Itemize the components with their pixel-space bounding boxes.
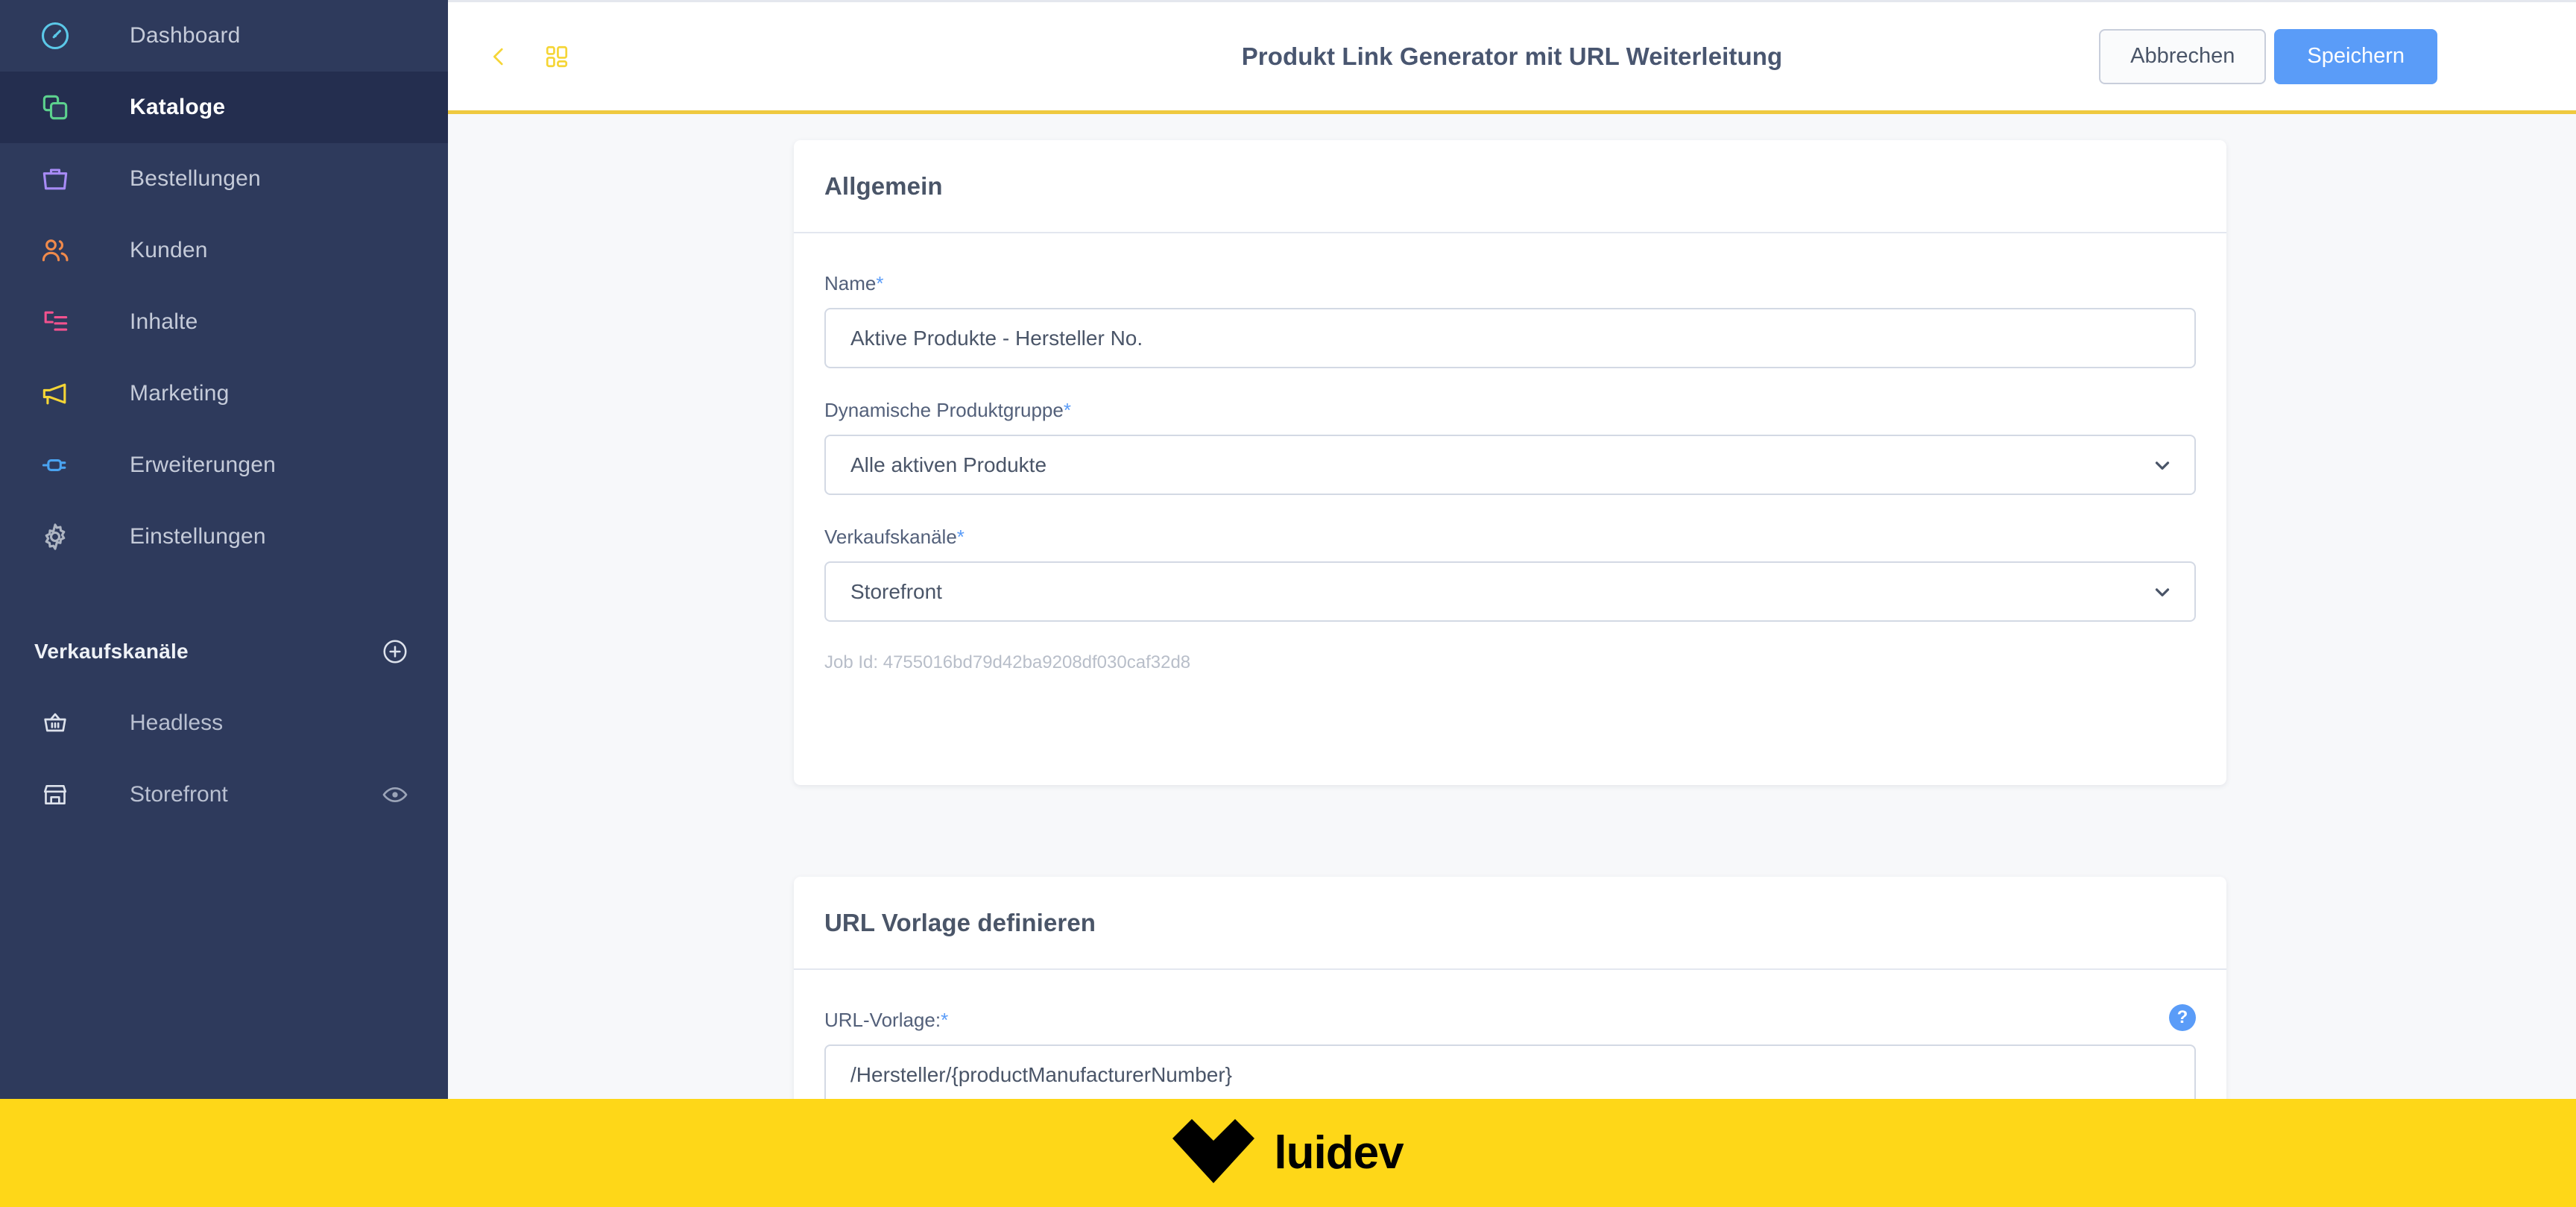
sidebar-divider-space [0,573,448,616]
sidebar-channel-storefront[interactable]: Storefront [0,759,448,831]
name-input[interactable]: Aktive Produkte - Hersteller No. [824,308,2196,368]
card-body: Name* Aktive Produkte - Hersteller No. D… [794,233,2226,673]
sidebar-item-einstellungen[interactable]: Einstellungen [0,501,448,573]
card-header: URL Vorlage definieren [794,877,2226,970]
cancel-button[interactable]: Abbrechen [2099,28,2267,84]
field-label-text: URL-Vorlage: [824,1009,941,1031]
job-id-text: Job Id: 4755016bd79d42ba9208df030caf32d8 [824,652,1191,672]
eye-icon[interactable] [376,776,414,813]
chevron-left-icon[interactable] [479,37,518,76]
required-marker: * [941,1009,949,1031]
layers-icon [34,86,76,128]
sidebar-item-label: Erweiterungen [130,453,277,477]
field-label: Dynamische Produktgruppe* [824,399,2196,422]
header-left-actions [479,2,576,110]
field-label: Verkaufskanäle* [824,526,2196,549]
gauge-icon [34,15,76,57]
sidebar-item-marketing[interactable]: Marketing [0,358,448,429]
card-allgemein: Allgemein Name* Aktive Produkte - Herste… [794,140,2226,785]
plus-circle-icon[interactable] [376,633,414,670]
sidebar-channel-headless[interactable]: Headless [0,687,448,759]
main-content: Allgemein Name* Aktive Produkte - Herste… [448,114,2576,1099]
sidebar-item-label: Einstellungen [130,524,266,549]
megaphone-icon [34,373,76,415]
sidebar-item-kataloge[interactable]: Kataloge [0,72,448,143]
field-verkaufskanaele: Verkaufskanäle* Storefront [824,526,2196,622]
verkaufskanaele-select[interactable]: Storefront [824,561,2196,622]
field-label-text: Name [824,272,877,294]
sidebar-item-label: Marketing [130,381,230,406]
select-value: Alle aktiven Produkte [850,453,1047,476]
gear-icon [34,516,76,558]
sidebar-item-label: Bestellungen [130,166,261,191]
sidebar-item-label: Kunden [130,238,208,262]
field-url-vorlage: URL-Vorlage:* ? /Hersteller/{productManu… [824,1004,2196,1099]
plug-icon [34,444,76,486]
card-title: Allgemein [824,171,943,200]
sidebar-item-label: Kataloge [130,95,226,119]
grid-icon[interactable] [537,37,576,76]
question-mark-icon[interactable]: ? [2169,1004,2196,1031]
users-icon [34,230,76,271]
card-url-vorlage: URL Vorlage definieren URL-Vorlage:* ? /… [794,877,2226,1099]
sidebar-channel-label: Headless [130,710,224,735]
sidebar-item-erweiterungen[interactable]: Erweiterungen [0,429,448,501]
required-marker: * [1063,399,1071,421]
sidebar-section-title: Verkaufskanäle [34,640,189,663]
required-marker: * [876,272,884,294]
sidebar-item-label: Inhalte [130,309,198,334]
sidebar-item-inhalte[interactable]: Inhalte [0,286,448,358]
url-vorlage-input[interactable]: /Hersteller/{productManufacturerNumber} [824,1044,2196,1099]
sidebar: Dashboard Kataloge Bestellungen Kunden I… [0,0,448,1099]
chevron-down-icon [2150,453,2175,478]
store-icon [34,774,76,816]
header-actions: Abbrechen Speichern [2099,2,2437,110]
sidebar-item-label: Dashboard [130,23,241,48]
field-name: Name* Aktive Produkte - Hersteller No. [824,272,2196,368]
card-header: Allgemein [794,140,2226,233]
dynamische-produktgruppe-select[interactable]: Alle aktiven Produkte [824,435,2196,495]
required-marker: * [956,526,965,548]
field-label-text: Dynamische Produktgruppe [824,399,1064,421]
sidebar-section-verkaufskanaele: Verkaufskanäle [0,616,448,687]
field-label: URL-Vorlage:* [824,1009,2196,1032]
content-icon [34,301,76,343]
save-button[interactable]: Speichern [2274,28,2437,84]
card-body: URL-Vorlage:* ? /Hersteller/{productManu… [794,970,2226,1099]
brand-name: luidev [1274,1126,1404,1179]
sidebar-item-bestellungen[interactable]: Bestellungen [0,143,448,215]
briefcase-icon [34,158,76,200]
select-value: Storefront [850,579,942,603]
footer-branding-bar: luidev [0,1099,2576,1207]
field-label: Name* [824,272,2196,295]
sidebar-item-dashboard[interactable]: Dashboard [0,0,448,72]
card-title: URL Vorlage definieren [824,908,1096,936]
basket-icon [34,702,76,744]
field-label-text: Verkaufskanäle [824,526,957,548]
page-header: Produkt Link Generator mit URL Weiterlei… [448,0,2576,110]
heart-logo-icon [1172,1119,1255,1187]
sidebar-channel-label: Storefront [130,782,228,807]
chevron-down-icon [2150,579,2175,605]
sidebar-item-kunden[interactable]: Kunden [0,215,448,286]
application-window: Dashboard Kataloge Bestellungen Kunden I… [0,0,2576,1207]
field-dynamische-produktgruppe: Dynamische Produktgruppe* Alle aktiven P… [824,399,2196,495]
